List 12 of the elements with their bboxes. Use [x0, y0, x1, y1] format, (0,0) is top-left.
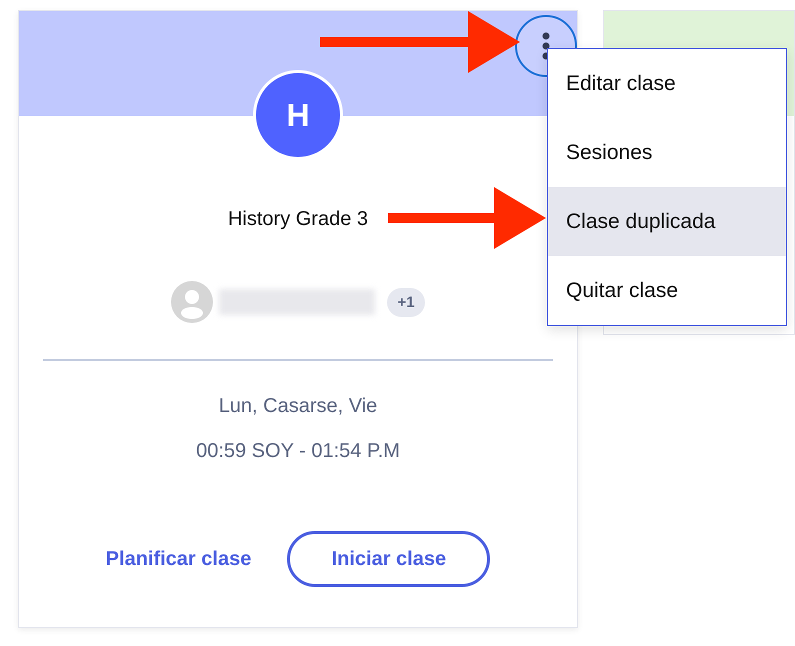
more-icon [542, 32, 550, 60]
class-title: History Grade 3 [228, 208, 368, 231]
start-class-button[interactable]: Iniciar clase [287, 531, 490, 587]
plan-class-link[interactable]: Planificar clase [106, 548, 252, 570]
menu-item[interactable]: Quitar clase [548, 256, 786, 325]
menu-item[interactable]: Clase duplicada [548, 187, 786, 256]
user-icon [171, 281, 214, 323]
class-days: Lun, Casarse, Vie [218, 395, 378, 418]
menu-item[interactable]: Editar clase [548, 49, 786, 118]
teacher-count: +1 [387, 288, 425, 316]
class-time: 00:59 SOY - 01:54 P.M [196, 440, 400, 463]
menu-item[interactable]: Sesiones [548, 118, 786, 187]
